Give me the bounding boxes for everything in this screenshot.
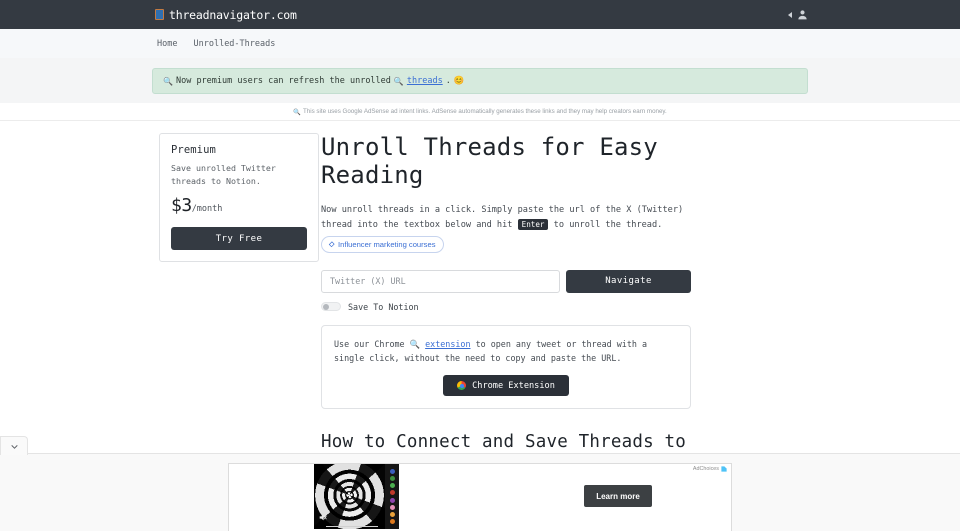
breadcrumb: Home Unrolled-Threads [0,29,960,58]
save-to-notion-row: Save To Notion [321,302,691,312]
adchoices-icon [721,466,727,472]
ad-dot [389,504,395,510]
breadcrumb-item-unrolled-threads[interactable]: Unrolled-Threads [193,39,275,49]
ad-dot [389,483,395,489]
search-ad-icon: 🔍 [409,338,421,349]
adchoices-badge[interactable]: AdChoices [693,466,727,472]
alert-banner-wrapper: 🔍 Now premium users can refresh the unro… [0,58,960,103]
topbar-right-group [788,9,808,20]
chevron-down-icon [10,444,18,449]
caret-left-icon[interactable] [788,11,792,18]
price-period: /month [191,203,223,214]
ad-color-dot-strip [385,464,399,529]
learn-more-button[interactable]: Learn more [584,485,652,507]
hero-paragraph-part2: to unroll the thread. [553,219,663,230]
ad-video-thumbnail[interactable] [314,464,399,529]
breadcrumb-item-home[interactable]: Home [157,39,177,49]
navigate-button[interactable]: Navigate [566,269,691,293]
chrome-extension-button[interactable]: Chrome Extension [443,375,569,397]
premium-card-price: $3 /month [171,195,307,216]
adchoices-label: AdChoices [692,466,719,472]
alert-text-before: Now premium users can refresh the unroll… [175,76,391,86]
user-account-icon[interactable] [797,9,808,20]
search-input[interactable] [321,269,560,293]
alert-text-after: . [445,76,451,86]
brand-logo-link[interactable]: threadnavigator.com [155,8,297,22]
search-ad-icon: 🔍 [163,76,173,86]
hero-paragraph: Now unroll threads in a click. Simply pa… [321,203,691,254]
toggle-knob [323,304,329,311]
alert-threads-link[interactable]: threads [407,76,443,86]
save-to-notion-toggle[interactable] [321,302,341,312]
chrome-logo-icon [457,381,467,391]
book-logo-icon [155,9,164,20]
top-navigation-bar: threadnavigator.com [0,0,960,29]
ad-dot [389,476,395,482]
chrome-extension-button-label: Chrome Extension [472,380,555,391]
muted-speaker-icon[interactable] [318,513,327,522]
price-amount: $3 [171,194,192,216]
page-root: threadnavigator.com Home Unrolled-Thread… [0,0,960,531]
ad-dot [389,518,395,524]
brand-name: threadnavigator.com [169,7,297,22]
ad-collapse-button[interactable] [0,436,28,455]
try-free-button[interactable]: Try Free [171,227,307,251]
extension-text-before: Use our Chrome [334,338,405,349]
premium-card-description: Save unrolled Twitter threads to Notion. [171,163,276,186]
ad-progress-bar [326,525,378,527]
ad-creative-card[interactable]: AdChoices Learn more [228,463,732,531]
ad-tag-icon [328,241,335,247]
ad-dot [389,511,395,517]
adsense-disclosure: 🔍 This site uses Google AdSense ad inten… [0,103,960,121]
search-ad-icon: 🔍 [293,108,301,116]
chrome-extension-box: Use our Chrome 🔍 extension to open any t… [321,324,691,410]
ad-dot [389,469,395,475]
ad-chip-label: Influencer marketing courses [338,239,436,249]
extension-description: Use our Chrome 🔍 extension to open any t… [334,337,678,366]
save-to-notion-label[interactable]: Save To Notion [348,302,419,312]
page-title: Unroll Threads for Easy Reading [321,133,658,190]
premium-card-title: Premium [171,144,216,156]
premium-card: Premium Save unrolled Twitter threads to… [159,133,319,263]
ad-dot [389,497,395,503]
url-form: Navigate [321,269,691,293]
alert-emoji: 😊 [453,76,465,86]
adsense-disclosure-text: This site uses Google AdSense ad intent … [302,108,667,115]
premium-refresh-alert: 🔍 Now premium users can refresh the unro… [152,68,808,94]
enter-key-badge: Enter [517,218,549,230]
ad-dot [389,490,395,496]
search-ad-icon: 🔍 [393,76,404,86]
bottom-ad-bar: AdChoices Learn more [0,436,960,531]
extension-link[interactable]: extension [425,339,470,349]
ad-chip-influencer-marketing[interactable]: Influencer marketing courses [321,235,444,254]
